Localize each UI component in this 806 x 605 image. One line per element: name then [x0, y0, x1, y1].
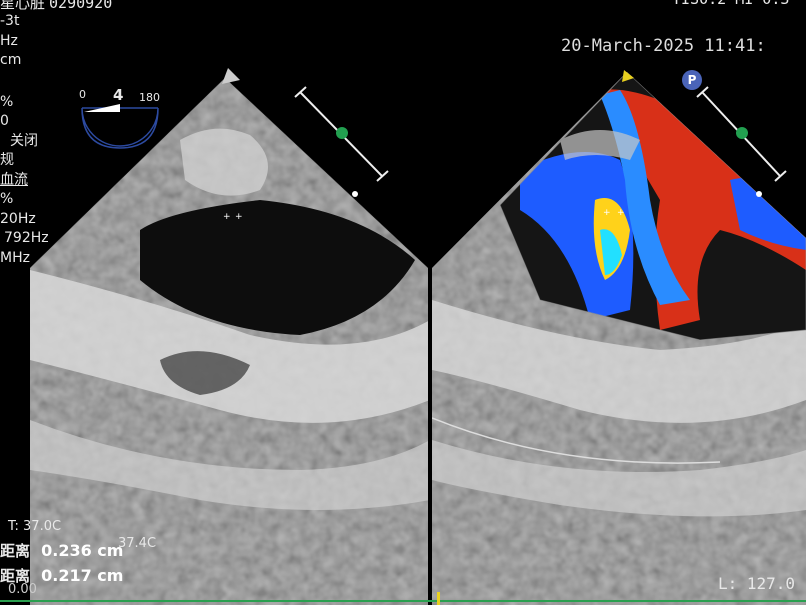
svg-text:+: + — [603, 208, 611, 218]
svg-text:+: + — [223, 212, 231, 222]
temperature-readout-2: 37.4C — [118, 536, 157, 551]
param-color-gain: % — [0, 191, 14, 207]
temperature-readout: T: 37.0C — [8, 519, 62, 534]
angle-max: 180 — [139, 91, 160, 104]
param-view: 规 — [0, 152, 14, 168]
param-prf: 792Hz — [4, 230, 49, 246]
measurement-1-value: 0.236 cm — [41, 541, 124, 560]
angle-value: 4 — [113, 86, 124, 104]
angle-min: 0 — [79, 88, 86, 101]
probe-p-marker: P — [682, 70, 702, 90]
measurement-2-value: 0.217 cm — [41, 566, 124, 585]
param-wall-filter: 20Hz — [0, 210, 36, 227]
angle-indicator-graphic — [81, 104, 159, 149]
left-bmode-sector — [30, 78, 428, 605]
timeline-cursor — [437, 592, 440, 605]
svg-text:+: + — [617, 208, 625, 218]
length-readout: L: 127.0 — [718, 574, 796, 593]
param-probe: -3t — [0, 13, 20, 29]
tis-mi-readout: TIS0.2 MI 0.3 — [672, 0, 789, 8]
scale-dot-right — [756, 191, 762, 197]
param-color-freq: MHz — [0, 249, 30, 266]
param-freq: Hz — [0, 32, 18, 49]
focus-marker-left — [336, 127, 348, 139]
focus-marker-right — [736, 127, 748, 139]
param-gain: % — [0, 93, 14, 110]
measurement-1-label: 距离 — [0, 542, 31, 560]
param-off: 关闭 — [10, 132, 38, 149]
param-value: 0 — [0, 113, 9, 129]
left-parameter-panel: -3t Hz cm % 0 关闭 规 血流 % 20Hz 792Hz MHz — [0, 12, 49, 268]
measurement-1: 距离 0.236 cm — [0, 540, 123, 561]
param-depth: cm — [0, 52, 22, 68]
right-color-doppler-sector — [432, 72, 806, 605]
orientation-marker-left — [222, 68, 240, 84]
date-time: 20-March-2025 11:41: — [561, 36, 766, 56]
svg-text:+: + — [235, 212, 243, 222]
param-color-flow: 血流 — [0, 171, 28, 188]
scale-dot-left — [352, 191, 358, 197]
footer-digits: 0.00 — [8, 582, 37, 597]
